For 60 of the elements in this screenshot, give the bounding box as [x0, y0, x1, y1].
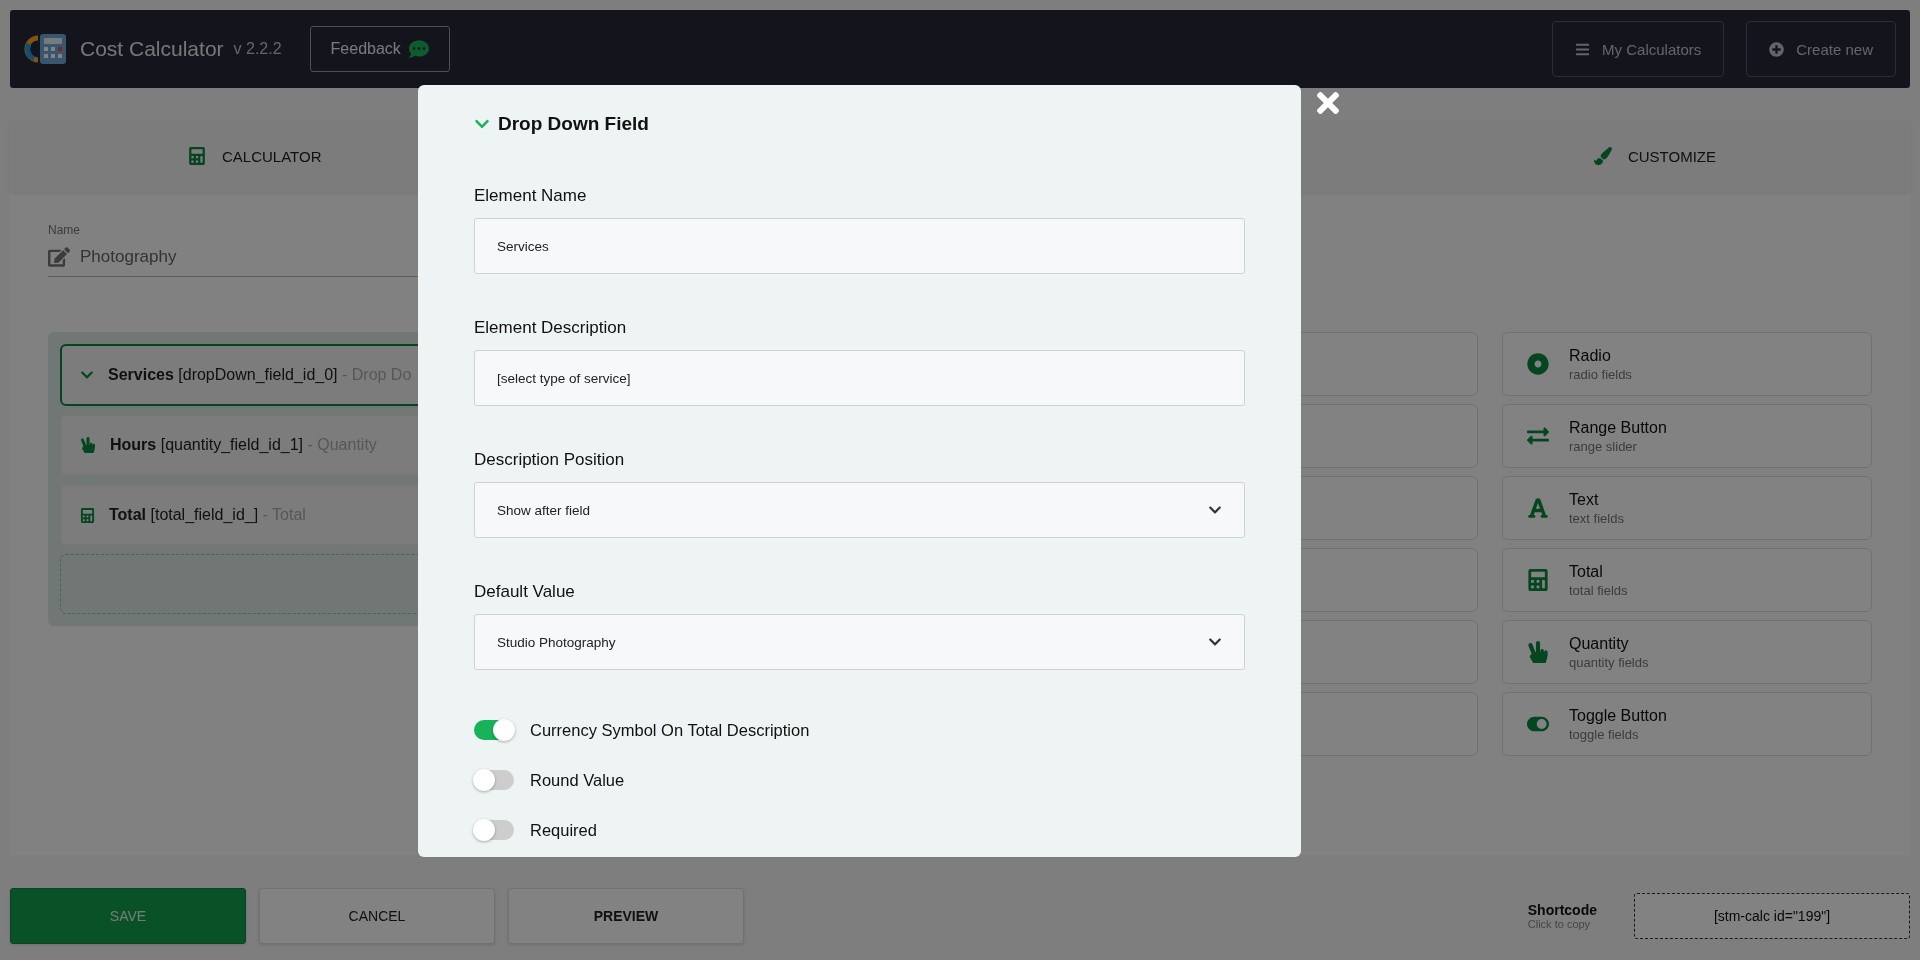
select-field[interactable]: Show after field — [474, 482, 1245, 538]
shortcode-label: Shortcode — [1527, 902, 1597, 918]
field-label: Element Description — [474, 318, 628, 338]
calculator-icon — [80, 507, 95, 523]
widget-title: Text — [1569, 490, 1600, 509]
widget-item[interactable]: Text text fields — [1502, 476, 1872, 540]
header-action-button[interactable]: Create new — [1746, 21, 1896, 77]
name-label: Name — [48, 223, 80, 237]
footer-button[interactable]: CANCEL — [259, 888, 495, 944]
widget-item[interactable]: Radio radio fields — [1502, 332, 1872, 396]
widget-subtitle: radio fields — [1569, 366, 1632, 382]
chat-icon — [408, 39, 429, 59]
widget-title: Toggle Button — [1569, 706, 1667, 725]
toggle-switch[interactable] — [474, 720, 514, 740]
shortcode-copy-field[interactable]: [stm-calc id="199"] — [1634, 893, 1910, 939]
widget-subtitle: total fields — [1569, 582, 1628, 598]
toggle-switch[interactable] — [474, 820, 514, 840]
feedback-button[interactable]: Feedback — [309, 26, 450, 72]
widget-subtitle: toggle fields — [1569, 726, 1640, 742]
hand-icon — [80, 437, 96, 453]
input-field[interactable]: Services — [474, 218, 1245, 274]
widget-title: Total — [1569, 562, 1604, 581]
app-name: Cost Calculator — [80, 37, 224, 61]
calculator-icon — [188, 147, 206, 165]
field-label: Default Value — [474, 582, 576, 602]
widget-subtitle: range slider — [1569, 438, 1638, 454]
toggle-label: Currency Symbol On Total Description — [530, 720, 810, 740]
widget-item[interactable]: Quantity quantity fields — [1502, 620, 1872, 684]
menu-icon — [1575, 41, 1591, 57]
select-field[interactable]: Studio Photography — [474, 614, 1245, 670]
calculator-icon — [1527, 569, 1549, 591]
name-value: Photography — [80, 247, 177, 267]
field-label: Description Position — [474, 450, 626, 470]
tab[interactable]: CUSTOMIZE — [1589, 139, 1720, 173]
toggle-label: Required — [530, 820, 597, 840]
footer-button[interactable]: PREVIEW — [508, 888, 744, 944]
modal-title: Drop Down Field — [498, 113, 649, 135]
widget-item[interactable]: Total total fields — [1502, 548, 1872, 612]
header-action-button[interactable]: My Calculators — [1552, 21, 1725, 77]
widget-title: Quantity — [1569, 634, 1630, 653]
input-field[interactable]: [select type of service] — [474, 350, 1245, 406]
widget-title: Radio — [1569, 346, 1612, 365]
calculator-logo — [24, 32, 68, 66]
tab[interactable]: CALCULATOR — [184, 139, 326, 173]
widget-title: Range Button — [1569, 418, 1667, 437]
toggle-switch[interactable] — [474, 770, 514, 790]
arrows-icon — [1527, 425, 1549, 447]
toggle-label: Round Value — [530, 770, 625, 790]
radio-icon — [1527, 353, 1549, 375]
widget-item[interactable]: Range Button range slider — [1502, 404, 1872, 468]
hand-icon — [1527, 641, 1549, 663]
widget-item[interactable]: Toggle Button toggle fields — [1502, 692, 1872, 756]
widget-subtitle: text fields — [1569, 510, 1624, 526]
plus-icon — [1769, 41, 1785, 57]
field-label: Element Name — [474, 186, 588, 206]
edit-icon — [48, 246, 70, 268]
app-version: v 2.2.2 — [233, 40, 282, 58]
letter-a-icon — [1527, 497, 1549, 519]
widget-subtitle: quantity fields — [1569, 654, 1649, 670]
brush-icon — [1593, 147, 1612, 165]
